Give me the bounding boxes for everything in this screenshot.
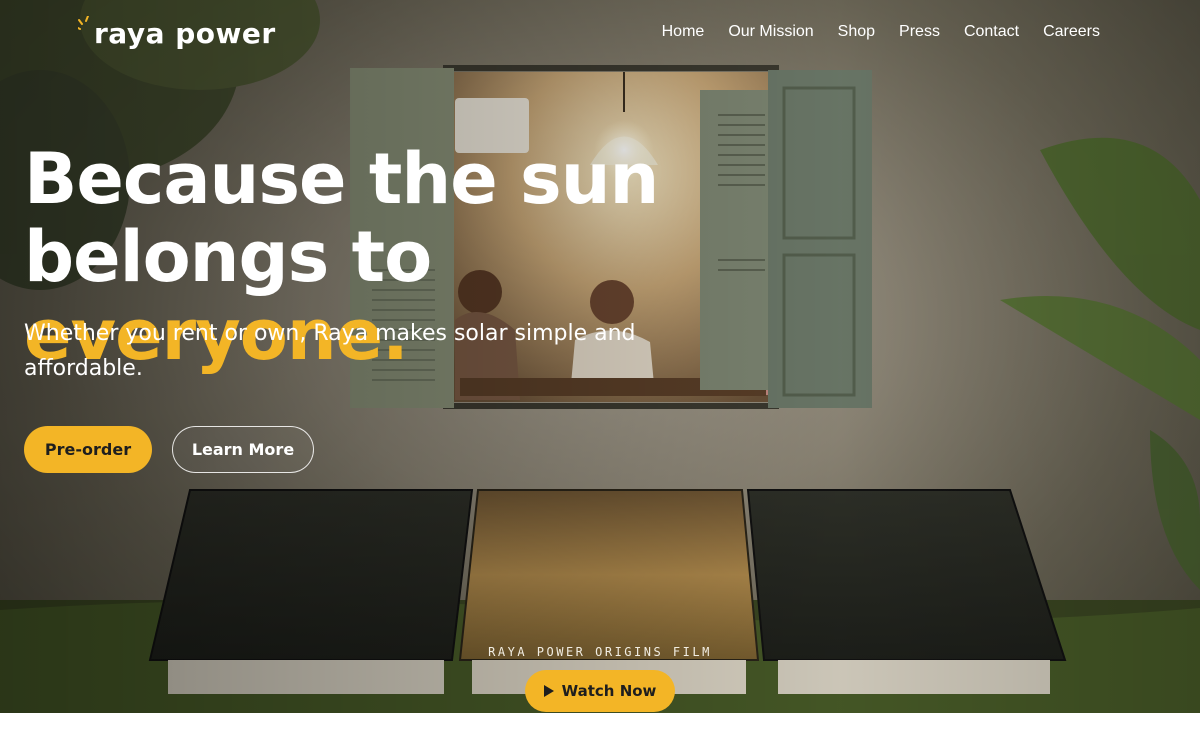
brand-logo[interactable]: raya power — [78, 14, 276, 52]
headline-line-2: belongs to — [24, 216, 432, 298]
nav-home[interactable]: Home — [662, 20, 705, 44]
main-nav: Home Our Mission Shop Press Contact Care… — [662, 20, 1100, 44]
nav-careers[interactable]: Careers — [1043, 20, 1100, 44]
hero-subtitle: Whether you rent or own, Raya makes sola… — [24, 321, 636, 381]
nav-contact[interactable]: Contact — [964, 20, 1019, 44]
hero-section: raya power Home Our Mission Shop Press C… — [0, 0, 1200, 713]
logo-text: raya power — [94, 16, 276, 50]
pre-order-button[interactable]: Pre-order — [24, 426, 152, 473]
play-icon — [543, 685, 554, 697]
learn-more-button[interactable]: Learn More — [172, 426, 314, 473]
sun-rays-icon — [78, 16, 89, 30]
film-caption: RAYA POWER ORIGINS FILM — [488, 645, 712, 659]
watch-now-button[interactable]: Watch Now — [525, 670, 675, 712]
nav-press[interactable]: Press — [899, 20, 940, 44]
nav-our-mission[interactable]: Our Mission — [728, 20, 813, 44]
headline-line-1: Because the sun — [24, 138, 659, 220]
nav-shop[interactable]: Shop — [838, 20, 875, 44]
watch-now-label: Watch Now — [561, 682, 657, 700]
